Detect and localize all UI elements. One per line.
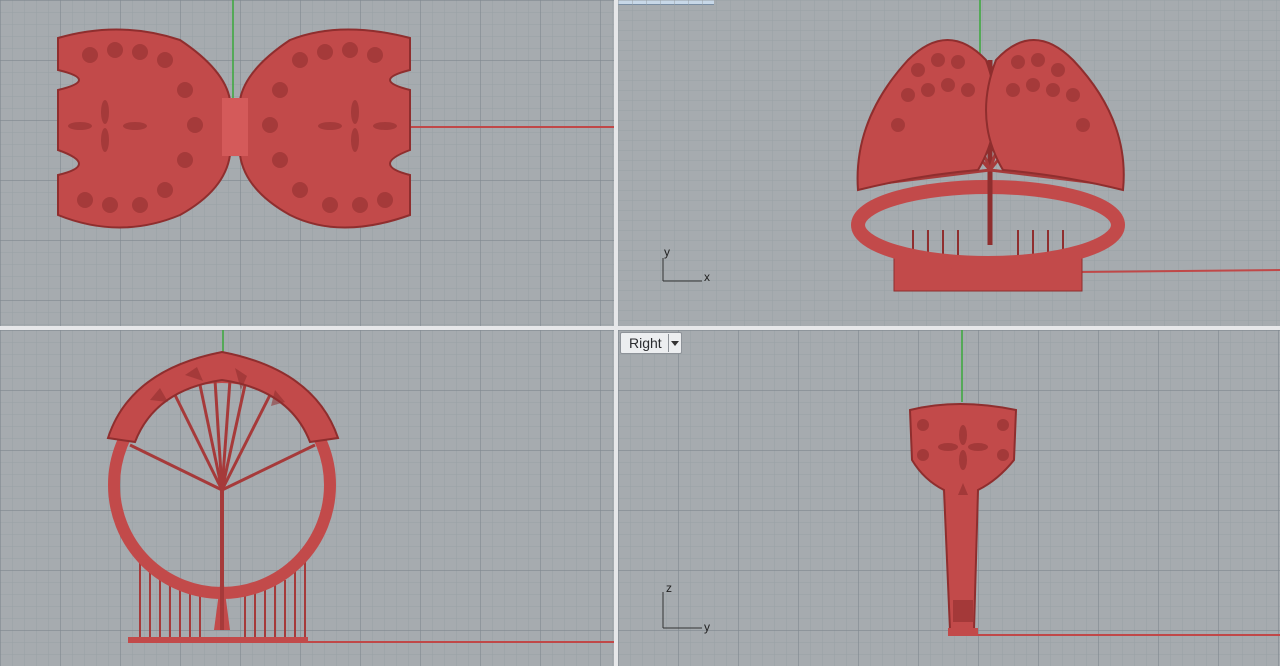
perspective-view-canvas: y x bbox=[618, 0, 1280, 326]
right-view-canvas: z y bbox=[618, 330, 1280, 666]
viewport-divider-horizontal[interactable] bbox=[0, 326, 1280, 330]
viewport-title-right[interactable]: Right bbox=[620, 332, 682, 354]
viewport-divider-vertical[interactable] bbox=[614, 0, 618, 666]
rhino-viewports-app: y x z y Right bbox=[0, 0, 1280, 666]
grid bbox=[0, 330, 614, 666]
viewport-title-label: Right bbox=[629, 335, 662, 351]
axis-y-label: y bbox=[704, 620, 710, 634]
axis-y-label: y bbox=[664, 245, 670, 259]
viewport-front[interactable] bbox=[0, 330, 614, 666]
axis-x-label: x bbox=[704, 270, 710, 284]
front-view-canvas bbox=[0, 330, 614, 666]
viewport-right[interactable]: z y Right bbox=[618, 330, 1280, 666]
viewport-top[interactable] bbox=[0, 0, 614, 326]
axis-z-label: z bbox=[666, 581, 672, 595]
chevron-down-icon[interactable] bbox=[667, 334, 681, 352]
viewport-perspective[interactable]: y x bbox=[618, 0, 1280, 326]
top-view-canvas bbox=[0, 0, 614, 326]
